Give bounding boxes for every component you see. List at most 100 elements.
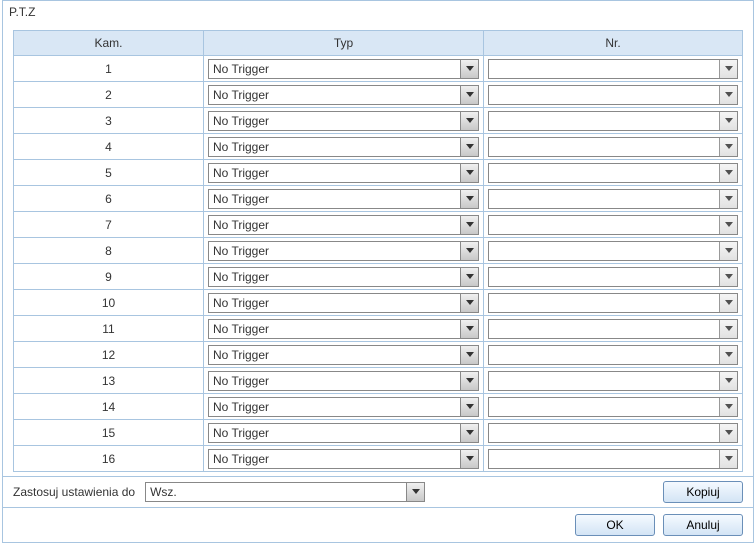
- ok-button[interactable]: OK: [575, 514, 655, 536]
- panel-title: P.T.Z: [3, 1, 753, 24]
- chevron-down-icon: [719, 346, 737, 364]
- chevron-down-icon: [460, 138, 478, 156]
- nr-dropdown[interactable]: [488, 319, 738, 339]
- nr-dropdown[interactable]: [488, 189, 738, 209]
- chevron-down-icon: [460, 424, 478, 442]
- kam-cell: 5: [14, 160, 204, 186]
- chevron-down-icon: [719, 424, 737, 442]
- apply-settings-row: Zastosuj ustawienia do Wsz. Kopiuj: [3, 476, 753, 507]
- chevron-down-icon: [719, 164, 737, 182]
- nr-value: [489, 450, 719, 468]
- chevron-down-icon: [460, 372, 478, 390]
- table-row: 7 No Trigger: [14, 212, 743, 238]
- typ-dropdown[interactable]: No Trigger: [208, 267, 479, 287]
- nr-value: [489, 190, 719, 208]
- nr-dropdown[interactable]: [488, 345, 738, 365]
- nr-dropdown[interactable]: [488, 423, 738, 443]
- nr-dropdown[interactable]: [488, 59, 738, 79]
- typ-value: No Trigger: [209, 294, 460, 312]
- chevron-down-icon: [719, 86, 737, 104]
- typ-dropdown[interactable]: No Trigger: [208, 59, 479, 79]
- kam-cell: 7: [14, 212, 204, 238]
- kam-cell: 2: [14, 82, 204, 108]
- typ-dropdown[interactable]: No Trigger: [208, 319, 479, 339]
- typ-value: No Trigger: [209, 216, 460, 234]
- chevron-down-icon: [460, 320, 478, 338]
- table-row: 8No Trigger: [14, 238, 743, 264]
- table-row: 5No Trigger: [14, 160, 743, 186]
- apply-settings-dropdown[interactable]: Wsz.: [145, 482, 425, 502]
- typ-dropdown[interactable]: No Trigger: [208, 371, 479, 391]
- cancel-button[interactable]: Anuluj: [663, 514, 743, 536]
- nr-dropdown[interactable]: [488, 163, 738, 183]
- table-row: 15No Trigger: [14, 420, 743, 446]
- nr-value: [489, 164, 719, 182]
- nr-value: [489, 294, 719, 312]
- dialog-buttons: OK Anuluj: [3, 507, 753, 542]
- chevron-down-icon: [460, 268, 478, 286]
- chevron-down-icon: [460, 294, 478, 312]
- table-row: 2No Trigger: [14, 82, 743, 108]
- typ-dropdown[interactable]: No Trigger: [208, 189, 479, 209]
- chevron-down-icon: [719, 372, 737, 390]
- chevron-down-icon: [460, 60, 478, 78]
- nr-value: [489, 86, 719, 104]
- chevron-down-icon: [719, 242, 737, 260]
- ptz-table-wrap: Kam. Typ Nr. 1No Trigger2No Trigger3No T…: [3, 24, 753, 476]
- nr-dropdown[interactable]: [488, 449, 738, 469]
- typ-dropdown[interactable]: No Trigger: [208, 163, 479, 183]
- typ-dropdown[interactable]: No Trigger: [208, 241, 479, 261]
- nr-dropdown[interactable]: [488, 397, 738, 417]
- chevron-down-icon: [460, 112, 478, 130]
- nr-value: [489, 346, 719, 364]
- nr-value: [489, 268, 719, 286]
- typ-dropdown[interactable]: No Trigger: [208, 397, 479, 417]
- table-row: 12No Trigger: [14, 342, 743, 368]
- typ-value: No Trigger: [209, 112, 460, 130]
- chevron-down-icon: [460, 164, 478, 182]
- table-row: 4No Trigger: [14, 134, 743, 160]
- nr-dropdown[interactable]: [488, 241, 738, 261]
- typ-dropdown[interactable]: No Trigger: [208, 215, 479, 235]
- typ-dropdown[interactable]: No Trigger: [208, 449, 479, 469]
- typ-value: No Trigger: [209, 320, 460, 338]
- table-row: 6No Trigger: [14, 186, 743, 212]
- col-typ-header: Typ: [204, 31, 484, 56]
- copy-button[interactable]: Kopiuj: [663, 481, 743, 503]
- nr-dropdown[interactable]: [488, 85, 738, 105]
- typ-dropdown[interactable]: No Trigger: [208, 345, 479, 365]
- table-row: 1 No Trigger: [14, 56, 743, 82]
- kam-cell: 1: [14, 56, 204, 82]
- nr-dropdown[interactable]: [488, 267, 738, 287]
- apply-settings-label: Zastosuj ustawienia do: [13, 485, 135, 499]
- typ-dropdown[interactable]: No Trigger: [208, 85, 479, 105]
- table-row: 16No Trigger: [14, 446, 743, 472]
- chevron-down-icon: [719, 112, 737, 130]
- typ-dropdown[interactable]: No Trigger: [208, 423, 479, 443]
- col-kam-header: Kam.: [14, 31, 204, 56]
- nr-dropdown[interactable]: [488, 215, 738, 235]
- kam-cell: 9: [14, 264, 204, 290]
- kam-cell: 4: [14, 134, 204, 160]
- typ-dropdown[interactable]: No Trigger: [208, 293, 479, 313]
- typ-value: No Trigger: [209, 60, 460, 78]
- nr-dropdown[interactable]: [488, 111, 738, 131]
- nr-dropdown[interactable]: [488, 371, 738, 391]
- chevron-down-icon: [460, 398, 478, 416]
- typ-value: No Trigger: [209, 242, 460, 260]
- kam-cell: 3: [14, 108, 204, 134]
- nr-value: [489, 138, 719, 156]
- nr-value: [489, 372, 719, 390]
- chevron-down-icon: [460, 242, 478, 260]
- chevron-down-icon: [719, 60, 737, 78]
- kam-cell: 12: [14, 342, 204, 368]
- chevron-down-icon: [719, 294, 737, 312]
- typ-dropdown[interactable]: No Trigger: [208, 111, 479, 131]
- typ-dropdown[interactable]: No Trigger: [208, 137, 479, 157]
- nr-value: [489, 242, 719, 260]
- nr-value: [489, 424, 719, 442]
- nr-dropdown[interactable]: [488, 293, 738, 313]
- nr-dropdown[interactable]: [488, 137, 738, 157]
- kam-cell: 6: [14, 186, 204, 212]
- typ-value: No Trigger: [209, 268, 460, 286]
